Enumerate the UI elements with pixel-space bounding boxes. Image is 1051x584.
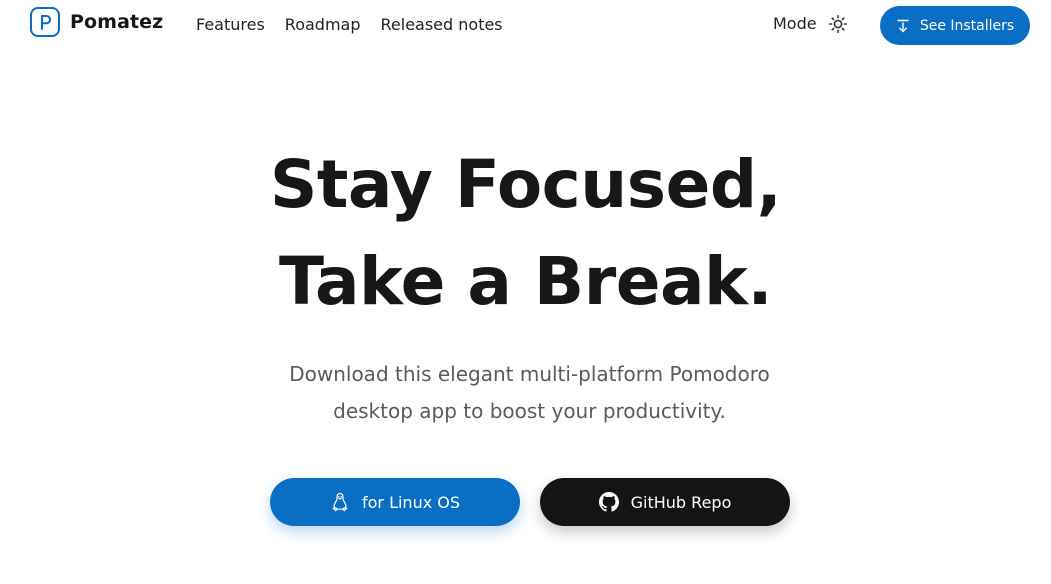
see-installers-label: See Installers	[919, 17, 1015, 34]
mode-label: Mode	[773, 14, 817, 33]
see-installers-button[interactable]: See Installers	[880, 6, 1030, 45]
main-nav: Features Roadmap Released notes	[196, 15, 503, 34]
nav-item-roadmap[interactable]: Roadmap	[285, 15, 361, 34]
github-repo-button[interactable]: GitHub Repo	[540, 478, 790, 526]
brand-logo-link[interactable]: Pomatez	[30, 7, 163, 37]
brand-name: Pomatez	[70, 11, 164, 33]
hero-title: Stay Focused, Take a Break.	[0, 136, 1051, 330]
hero-title-line-2: Take a Break.	[278, 243, 773, 320]
mode-toggle[interactable]: Mode	[773, 14, 847, 33]
linux-download-button[interactable]: for Linux OS	[270, 478, 520, 526]
github-repo-label: GitHub Repo	[630, 492, 732, 512]
linux-icon	[332, 492, 348, 512]
download-icon	[897, 19, 909, 32]
nav-item-features[interactable]: Features	[196, 15, 265, 34]
github-icon	[598, 492, 619, 512]
linux-download-label: for Linux OS	[361, 492, 461, 512]
nav-item-released-notes[interactable]: Released notes	[381, 15, 503, 34]
pomatez-logo-icon	[30, 7, 60, 37]
sun-icon	[828, 14, 847, 33]
site-header: Pomatez Features Roadmap Released notes …	[0, 0, 1051, 50]
hero-subtitle: Download this elegant multi-platform Pom…	[289, 362, 770, 423]
hero-title-line-1: Stay Focused,	[269, 146, 782, 223]
